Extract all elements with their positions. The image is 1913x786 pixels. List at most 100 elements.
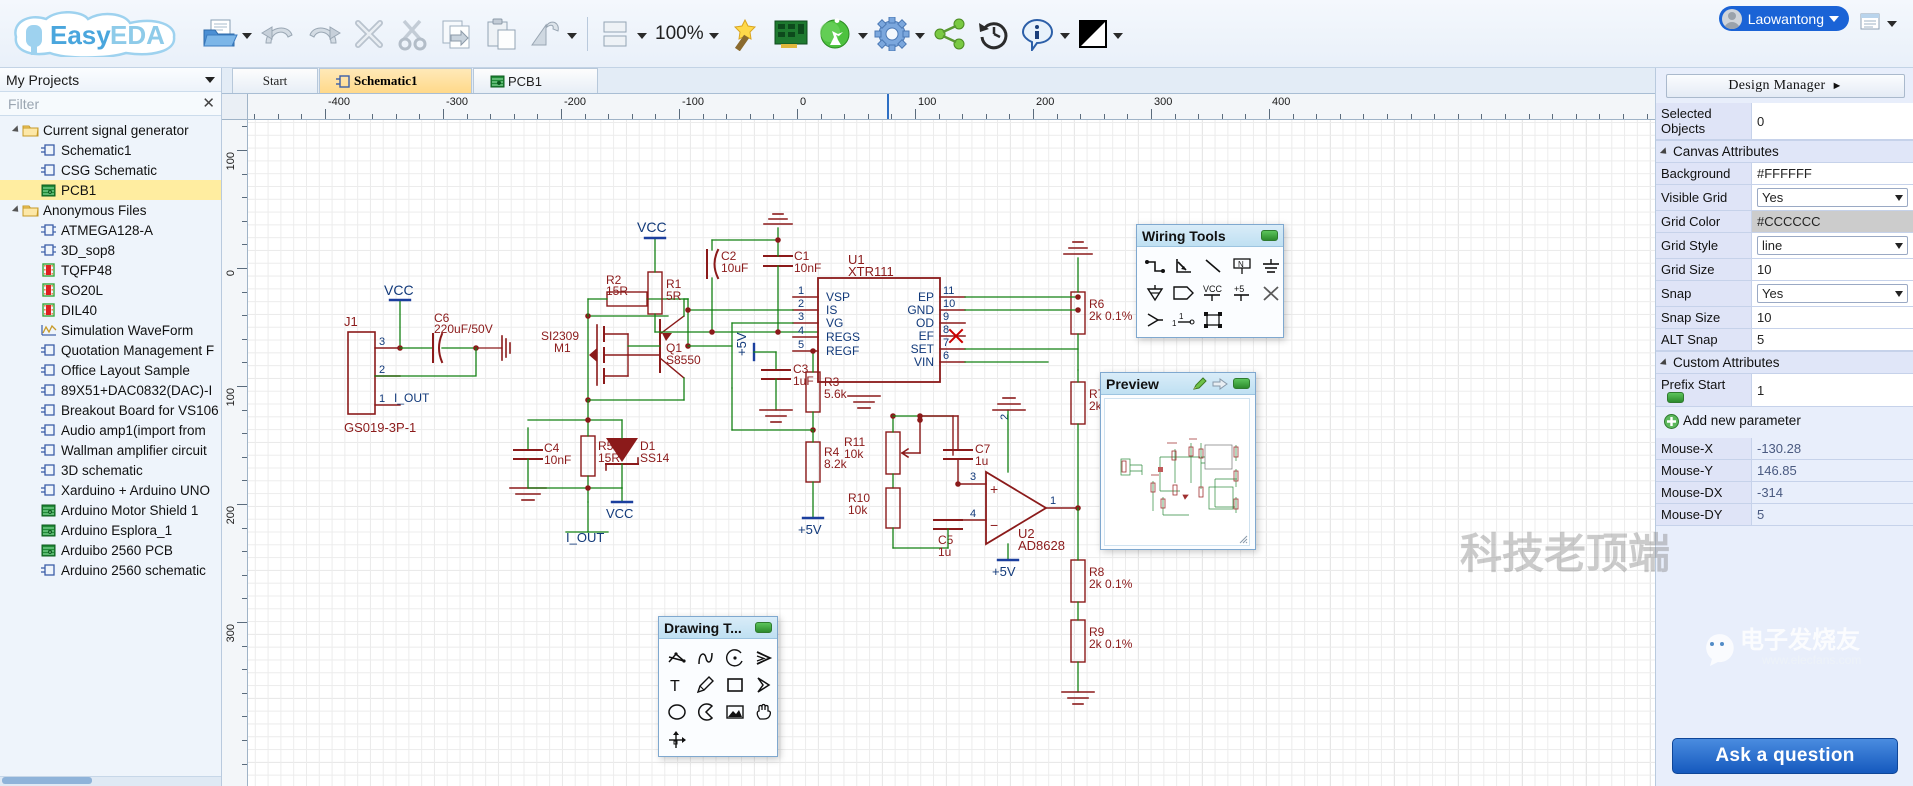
tree-item-simulation-waveform[interactable]: Simulation WaveForm: [0, 320, 221, 340]
net-flag-tool[interactable]: [1141, 307, 1169, 333]
attr-value-grid-color[interactable]: #CCCCCC: [1752, 211, 1913, 232]
attr-select-visible-grid[interactable]: Yes: [1757, 188, 1908, 207]
preview-thumbnail[interactable]: [1104, 398, 1250, 546]
tree-item-arduino-2560-schematic[interactable]: Arduino 2560 schematic: [0, 560, 221, 580]
schematic-canvas-area[interactable]: -400-300-200-1000100200300400 1000100200…: [222, 94, 1655, 786]
tree-item-xarduino-arduino-uno[interactable]: Xarduino + Arduino UNO: [0, 480, 221, 500]
custom-attributes-header[interactable]: Custom Attributes: [1656, 351, 1913, 374]
account-button[interactable]: Laowantong: [1719, 6, 1849, 31]
chevron-down-icon[interactable]: [1829, 16, 1839, 22]
wire-tool[interactable]: [1141, 253, 1169, 279]
chevron-down-icon[interactable]: [1895, 195, 1903, 201]
chevron-down-icon[interactable]: [1887, 21, 1897, 27]
tree-item-89x51-dac0832-dac-i[interactable]: 89X51+DAC0832(DAC)-I: [0, 380, 221, 400]
tree-item-pcb1[interactable]: PCB1: [0, 180, 221, 200]
attr-value-snap-size[interactable]: 10: [1752, 307, 1913, 328]
pin-tool[interactable]: 11: [1170, 307, 1198, 333]
delete-button[interactable]: [347, 9, 391, 59]
minimize-icon[interactable]: [1233, 378, 1250, 389]
tree-item-tqfp48[interactable]: TQFP48: [0, 260, 221, 280]
bus-tool[interactable]: [1170, 253, 1198, 279]
pencil-tool[interactable]: [692, 672, 720, 698]
vcc-tool[interactable]: VCC: [1199, 280, 1227, 306]
text-tool[interactable]: T: [663, 672, 691, 698]
ground-tool[interactable]: [1257, 253, 1285, 279]
wiring-tools-panel[interactable]: Wiring Tools N: [1136, 224, 1284, 338]
tree-item-atmega128-a[interactable]: ATMEGA128-A: [0, 220, 221, 240]
open-file-button[interactable]: [198, 9, 255, 59]
sidebar-scroll-thumb[interactable]: [2, 777, 92, 784]
chevron-down-icon[interactable]: [242, 33, 252, 39]
attr-value-visible-grid[interactable]: Yes: [1752, 185, 1913, 210]
attr-value-snap[interactable]: Yes: [1752, 281, 1913, 306]
tree-item-audio-amp1-import-from[interactable]: Audio amp1(import from: [0, 420, 221, 440]
settings-button[interactable]: [871, 9, 928, 59]
ask-question-button[interactable]: Ask a question: [1672, 738, 1898, 774]
prefix-toggle[interactable]: [1667, 392, 1684, 403]
preview-titlebar[interactable]: Preview: [1101, 373, 1255, 395]
tree-item-schematic1[interactable]: Schematic1: [0, 140, 221, 160]
design-manager-button[interactable]: Design Manager ►: [1666, 74, 1905, 98]
chevron-down-icon[interactable]: [637, 33, 647, 39]
tree-item-arduino-motor-shield-1[interactable]: Arduino Motor Shield 1: [0, 500, 221, 520]
pcb-board-button[interactable]: [768, 9, 814, 59]
prefix-start-value[interactable]: 1: [1752, 374, 1913, 406]
tree-item-3d-schematic[interactable]: 3D schematic: [0, 460, 221, 480]
tree-item-csg-schematic[interactable]: CSG Schematic: [0, 160, 221, 180]
tab-schematic1[interactable]: Schematic1: [319, 68, 472, 93]
chevron-down-icon[interactable]: [915, 33, 925, 39]
cut-button[interactable]: [391, 9, 435, 59]
gnd-flag-tool[interactable]: [1141, 280, 1169, 306]
tab-pcb1[interactable]: PCB1: [473, 68, 598, 93]
info-button[interactable]: [1016, 9, 1073, 59]
tree-item-current-signal-generator[interactable]: Current signal generator: [0, 120, 221, 140]
attr-value-grid-style[interactable]: line: [1752, 233, 1913, 258]
tree-item-quotation-management-f[interactable]: Quotation Management F: [0, 340, 221, 360]
sidebar-header[interactable]: My Projects: [0, 68, 221, 92]
arc-tool[interactable]: [721, 645, 749, 671]
filter-input[interactable]: [6, 95, 196, 113]
wiring-tools-titlebar[interactable]: Wiring Tools: [1137, 225, 1283, 247]
arrow-right-icon[interactable]: [1212, 377, 1229, 391]
tree-item-anonymous-files[interactable]: Anonymous Files: [0, 200, 221, 220]
magic-wand-button[interactable]: [722, 9, 768, 59]
attr-value-alt-snap[interactable]: 5: [1752, 329, 1913, 350]
resize-grip-icon[interactable]: [1239, 535, 1248, 544]
history-button[interactable]: [972, 9, 1016, 59]
expand-triangle-icon[interactable]: [10, 126, 22, 134]
undo-button[interactable]: [255, 9, 301, 59]
polyline-tool[interactable]: [663, 645, 691, 671]
chevron-down-icon[interactable]: [1060, 33, 1070, 39]
clear-filter-icon[interactable]: ✕: [202, 96, 215, 111]
attr-select-snap[interactable]: Yes: [1757, 284, 1908, 303]
bus-entry-tool[interactable]: [1199, 253, 1227, 279]
chevron-down-icon[interactable]: [1895, 243, 1903, 249]
chevron-down-icon[interactable]: [205, 77, 215, 83]
tree-item-office-layout-sample[interactable]: Office Layout Sample: [0, 360, 221, 380]
chevron-down-icon[interactable]: [1113, 33, 1123, 39]
minimize-icon[interactable]: [1261, 230, 1278, 241]
tree-item-breakout-board-for-vs106[interactable]: Breakout Board for VS106: [0, 400, 221, 420]
plus5v-tool[interactable]: +5: [1228, 280, 1256, 306]
canvas-grid[interactable]: J1 GS019-3P-1 3 2 1 I_OUT VCC: [248, 120, 1655, 786]
expand-triangle-icon[interactable]: [10, 206, 22, 214]
tree-item-3d-sop8[interactable]: 3D_sop8: [0, 240, 221, 260]
app-menu-button[interactable]: [1860, 12, 1897, 32]
preview-panel[interactable]: Preview: [1100, 372, 1256, 550]
no-connect-tool[interactable]: [1257, 280, 1285, 306]
tree-item-arduino-esplora-1[interactable]: Arduino Esplora_1: [0, 520, 221, 540]
drawing-tools-panel[interactable]: Drawing T...: [658, 616, 778, 757]
paste-button[interactable]: [479, 9, 523, 59]
tree-item-dil40[interactable]: DIL40: [0, 300, 221, 320]
pie-tool[interactable]: [692, 699, 720, 725]
bezier-tool[interactable]: [692, 645, 720, 671]
image-tool[interactable]: [721, 699, 749, 725]
zoom-level-selector[interactable]: 100%: [650, 9, 722, 59]
chevron-down-icon[interactable]: [1895, 291, 1903, 297]
pencil-icon[interactable]: [1192, 377, 1208, 391]
share-button[interactable]: [928, 9, 972, 59]
mirror-button[interactable]: [523, 9, 580, 59]
arrowhead-tool[interactable]: [750, 645, 778, 671]
chevron-down-icon[interactable]: [567, 33, 577, 39]
netport-tool[interactable]: [1170, 280, 1198, 306]
